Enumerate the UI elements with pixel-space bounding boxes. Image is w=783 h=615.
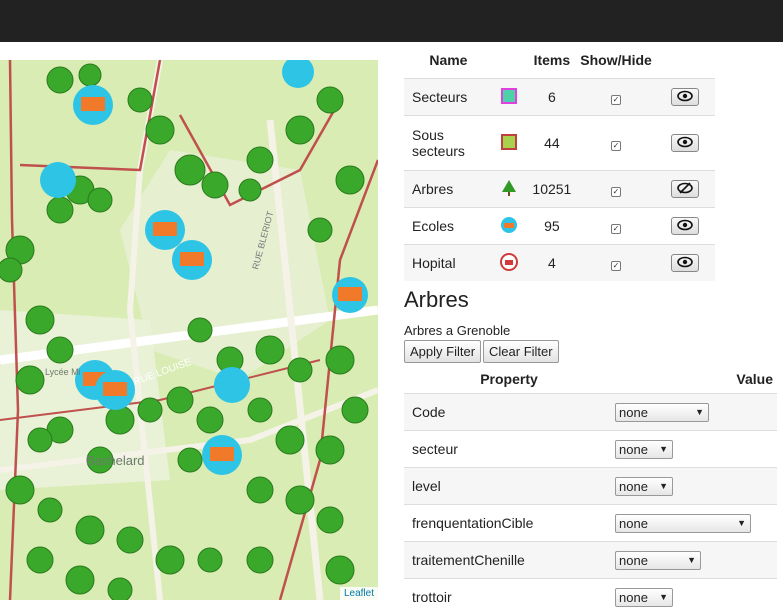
place-label-lycee: Lycée Mi <box>45 367 81 377</box>
frenquentation-select[interactable]: none▼ <box>615 514 751 533</box>
layer-name: Sous secteurs <box>404 116 493 171</box>
tree-icon <box>501 179 517 197</box>
hospital-icon <box>500 253 518 271</box>
layer-name: Ecoles <box>404 208 493 245</box>
show-checkbox[interactable]: ✓ <box>611 95 621 105</box>
properties-table: Property Value Code none▼ secteur none▼ … <box>404 365 777 615</box>
layer-row-hopital: Hopital 4 ✓ <box>404 245 715 282</box>
layer-row-arbres: Arbres 10251 ✓ <box>404 171 715 208</box>
property-row-level: level none▼ <box>404 468 777 505</box>
show-checkbox[interactable]: ✓ <box>611 141 621 151</box>
property-row-code: Code none▼ <box>404 394 777 431</box>
top-navbar <box>0 0 783 42</box>
name-column-header: Name <box>404 42 493 79</box>
eye-icon <box>677 256 693 268</box>
layers-table: Name Items Show/Hide Secteurs 6 ✓ Sous s… <box>404 42 715 281</box>
section-description: Arbres a Grenoble <box>404 323 510 338</box>
layer-name: Arbres <box>404 171 493 208</box>
layer-count: 4 <box>526 245 577 282</box>
trottoir-select[interactable]: none▼ <box>615 588 673 607</box>
leaflet-attribution-link[interactable]: Leaflet <box>340 587 378 600</box>
map-view[interactable]: RUE BLERIOT RUE LOUISE Bachelard Lycée M… <box>0 60 378 600</box>
traitement-select[interactable]: none▼ <box>615 551 701 570</box>
layer-row-secteurs: Secteurs 6 ✓ <box>404 79 715 116</box>
show-checkbox[interactable]: ✓ <box>611 187 621 197</box>
property-name: Code <box>404 394 614 431</box>
show-hide-column-header: Show/Hide <box>578 42 655 79</box>
eye-icon <box>677 90 693 102</box>
eye-icon <box>677 136 693 148</box>
layer-count: 6 <box>526 79 577 116</box>
show-checkbox[interactable]: ✓ <box>611 261 621 271</box>
eye-toggle-button[interactable] <box>671 217 699 235</box>
show-checkbox[interactable]: ✓ <box>611 224 621 234</box>
property-name: frenquentationCible <box>404 505 614 542</box>
property-name: secteur <box>404 431 614 468</box>
layer-name: Hopital <box>404 245 493 282</box>
property-name: traitementChenille <box>404 542 614 579</box>
layer-count: 44 <box>526 116 577 171</box>
level-select[interactable]: none▼ <box>615 477 673 496</box>
section-title: Arbres <box>404 287 469 313</box>
items-column-header: Items <box>526 42 577 79</box>
property-row-traitement: traitementChenille none▼ <box>404 542 777 579</box>
value-column-header: Value <box>614 365 777 394</box>
clear-filter-button[interactable]: Clear Filter <box>483 340 559 363</box>
school-icon <box>500 216 518 234</box>
apply-filter-button[interactable]: Apply Filter <box>404 340 481 363</box>
property-name: level <box>404 468 614 505</box>
eye-slash-toggle-button[interactable] <box>671 180 699 198</box>
red-square-swatch-icon <box>501 134 517 150</box>
layer-count: 10251 <box>526 171 577 208</box>
layer-row-ecoles: Ecoles 95 ✓ <box>404 208 715 245</box>
eye-toggle-button[interactable] <box>671 254 699 272</box>
layer-row-sous-secteurs: Sous secteurs 44 ✓ <box>404 116 715 171</box>
eye-icon <box>677 219 693 231</box>
magenta-square-swatch-icon <box>501 88 517 104</box>
place-label-bachelard: Bachelard <box>86 453 145 468</box>
property-name: trottoir <box>404 579 614 615</box>
property-row-frenquentation: frenquentationCible none▼ <box>404 505 777 542</box>
layer-name: Secteurs <box>404 79 493 116</box>
property-column-header: Property <box>404 365 614 394</box>
property-row-trottoir: trottoir none▼ <box>404 579 777 615</box>
layer-count: 95 <box>526 208 577 245</box>
eye-toggle-button[interactable] <box>671 134 699 152</box>
property-row-secteur: secteur none▼ <box>404 431 777 468</box>
code-select[interactable]: none▼ <box>615 403 709 422</box>
secteur-select[interactable]: none▼ <box>615 440 673 459</box>
eye-toggle-button[interactable] <box>671 88 699 106</box>
map-canvas[interactable]: RUE BLERIOT RUE LOUISE Bachelard Lycée M… <box>0 60 378 600</box>
eye-slash-icon <box>677 182 693 194</box>
